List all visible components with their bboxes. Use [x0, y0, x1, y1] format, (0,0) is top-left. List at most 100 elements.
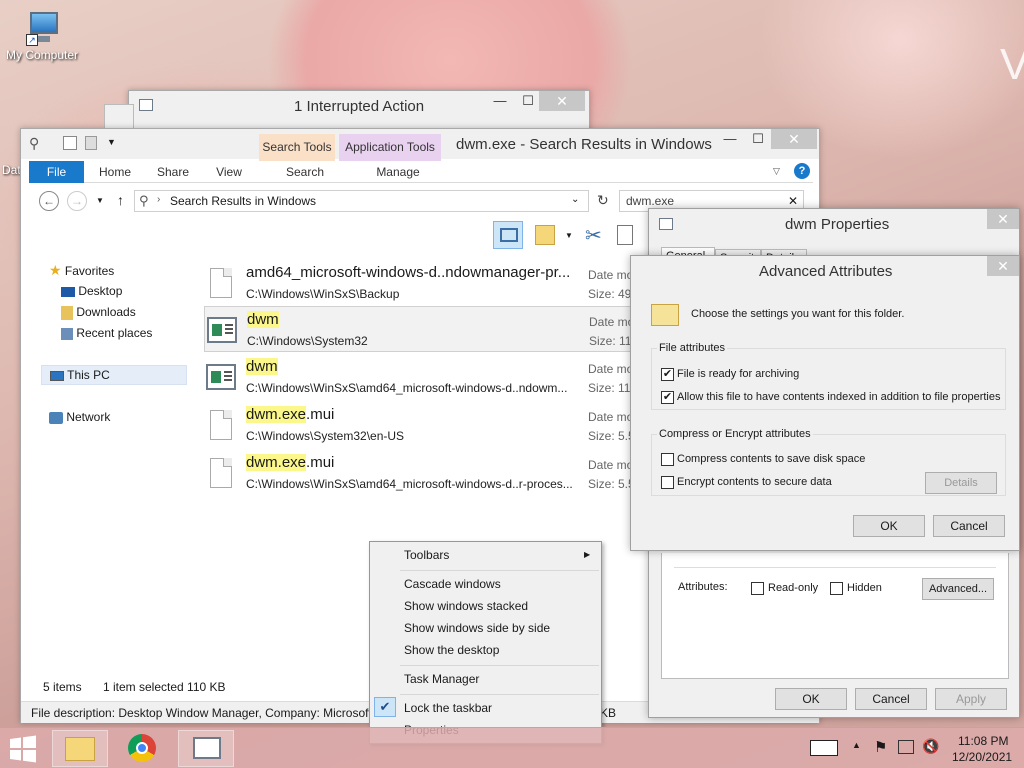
keyboard-icon[interactable] — [810, 740, 838, 756]
clock-date[interactable]: 12/20/2021 — [952, 750, 1012, 764]
archive-checkbox[interactable]: ✔ — [661, 368, 674, 381]
submenu-arrow-icon: ▶ — [584, 550, 591, 559]
result-row-selected[interactable]: dwm C:\Windows\System32 Date mo Size: 11… — [204, 306, 638, 352]
result-row[interactable]: dwm C:\Windows\WinSxS\amd64_microsoft-wi… — [204, 354, 637, 400]
chevron-down-icon[interactable]: ▼ — [565, 231, 573, 240]
window-title: Advanced Attributes — [759, 263, 893, 280]
desktop-icon-my-computer[interactable]: ↗ My Computer — [4, 10, 80, 62]
address-text: Search Results in Windows — [170, 194, 317, 208]
close-button[interactable]: ✕ — [987, 256, 1019, 276]
new-folder-icon[interactable] — [85, 136, 97, 150]
menu-separator — [400, 694, 599, 695]
copy-icon[interactable] — [617, 225, 633, 245]
close-button[interactable]: ✕ — [987, 209, 1019, 229]
search-icon[interactable]: ⚲ — [29, 135, 39, 152]
tab-home[interactable]: Home — [91, 161, 139, 183]
result-row[interactable]: dwm.exe.mui C:\Windows\System32\en-US Da… — [204, 402, 635, 448]
cancel-button[interactable]: Cancel — [855, 688, 927, 710]
nav-this-pc-label: This PC — [67, 368, 110, 382]
nav-this-pc[interactable]: This PC — [41, 365, 187, 385]
chrome-icon — [128, 734, 156, 762]
compress-checkbox[interactable] — [661, 453, 674, 466]
minimize-button[interactable]: — — [715, 129, 745, 149]
panel-divider — [674, 567, 996, 568]
maximize-button[interactable]: ☐ — [743, 129, 773, 149]
taskbar-properties-button[interactable] — [178, 730, 234, 767]
chevron-down-icon[interactable]: ⌄ — [571, 194, 579, 205]
nav-desktop[interactable]: Desktop — [61, 282, 122, 300]
ok-button[interactable]: OK — [853, 515, 925, 537]
preview-pane-button[interactable] — [493, 221, 523, 249]
menu-item-lock-taskbar[interactable]: Lock the taskbar — [404, 701, 492, 715]
index-checkbox[interactable]: ✔ — [661, 391, 674, 404]
address-bar[interactable]: ⚲ › Search Results in Windows ⌄ — [134, 190, 589, 212]
nav-recent-label: Recent places — [76, 326, 153, 340]
result-name: amd64_microsoft-windows-d..ndowmanager-p… — [246, 264, 571, 281]
cut-icon[interactable]: ✂ — [585, 223, 602, 248]
encrypt-checkbox[interactable] — [661, 476, 674, 489]
forward-button[interactable]: → — [67, 191, 87, 211]
taskbar-chrome-button[interactable] — [118, 730, 170, 767]
nav-recent-places[interactable]: Recent places — [61, 324, 152, 342]
result-row[interactable]: amd64_microsoft-windows-d..ndowmanager-p… — [204, 260, 635, 306]
result-row[interactable]: dwm.exe.mui C:\Windows\WinSxS\amd64_micr… — [204, 450, 635, 496]
nav-favorites-label: Favorites — [64, 264, 115, 278]
hidden-checkbox[interactable] — [830, 582, 843, 595]
window-title: 1 Interrupted Action — [294, 98, 425, 115]
help-icon[interactable]: ? — [794, 163, 810, 179]
menu-item-side-by-side[interactable]: Show windows side by side — [404, 621, 550, 635]
details-button[interactable]: Details — [925, 472, 997, 494]
taskbar: ▲ ⚑ 🔇 11:08 PM 12/20/2021 — [0, 727, 1024, 768]
menu-item-show-desktop[interactable]: Show the desktop — [404, 643, 499, 657]
properties-icon[interactable] — [63, 136, 77, 150]
readonly-checkbox[interactable] — [751, 582, 764, 595]
show-hidden-icons-icon[interactable]: ▲ — [852, 740, 861, 750]
close-button[interactable]: ✕ — [539, 91, 585, 111]
menu-item-toolbars[interactable]: Toolbars — [404, 548, 449, 562]
tab-view[interactable]: View — [205, 161, 253, 183]
nav-desktop-label: Desktop — [78, 284, 123, 298]
window-title: dwm.exe - Search Results in Windows — [456, 136, 712, 153]
chevron-down-icon[interactable]: ▽ — [773, 166, 780, 177]
refresh-icon[interactable]: ↻ — [597, 192, 609, 209]
back-button[interactable]: ← — [39, 191, 59, 211]
result-date: Date mo — [588, 410, 634, 424]
nav-network[interactable]: Network — [49, 408, 110, 426]
nav-downloads[interactable]: Downloads — [61, 303, 136, 321]
result-size: Size: 49. — [588, 287, 635, 301]
action-center-flag-icon[interactable]: ⚑ — [874, 738, 887, 756]
clear-search-icon[interactable]: ✕ — [788, 194, 798, 208]
nav-favorites[interactable]: ★ Favorites — [49, 261, 114, 279]
chevron-down-icon[interactable]: ▼ — [107, 137, 116, 147]
clock-time[interactable]: 11:08 PM — [958, 734, 1008, 748]
tab-file[interactable]: File — [29, 161, 84, 183]
minimize-button[interactable]: — — [485, 91, 515, 111]
folder-check-icon[interactable] — [535, 225, 555, 245]
apply-button[interactable]: Apply — [935, 688, 1007, 710]
ok-button[interactable]: OK — [775, 688, 847, 710]
tab-manage[interactable]: Manage — [347, 161, 449, 183]
network-status-icon[interactable] — [898, 740, 914, 754]
advanced-button[interactable]: Advanced... — [922, 578, 994, 600]
recent-locations-icon[interactable]: ▼ — [96, 196, 104, 205]
close-button[interactable]: ✕ — [771, 129, 817, 149]
nav-downloads-label: Downloads — [76, 305, 136, 319]
menu-item-task-manager[interactable]: Task Manager — [404, 672, 479, 686]
start-button[interactable] — [8, 730, 40, 767]
menu-item-cascade[interactable]: Cascade windows — [404, 577, 501, 591]
archive-label: File is ready for archiving — [677, 368, 800, 380]
cancel-button[interactable]: Cancel — [933, 515, 1005, 537]
tab-share[interactable]: Share — [149, 161, 197, 183]
compress-encrypt-header: Compress or Encrypt attributes — [657, 428, 813, 440]
result-date: Date mo — [589, 315, 635, 329]
explorer-titlebar: ⚲ ▼ Search Tools Application Tools dwm.e… — [21, 129, 819, 161]
folder-settings-icon — [651, 304, 679, 326]
taskbar-explorer-button[interactable] — [52, 730, 108, 767]
volume-muted-icon[interactable]: 🔇 — [922, 738, 939, 755]
menu-item-stacked[interactable]: Show windows stacked — [404, 599, 528, 613]
breadcrumb-separator: › — [157, 194, 161, 205]
up-arrow-icon[interactable]: ↑ — [117, 192, 124, 208]
tab-search[interactable]: Search — [267, 161, 343, 183]
file-icon — [210, 458, 232, 488]
result-date: Date mo — [588, 268, 634, 282]
